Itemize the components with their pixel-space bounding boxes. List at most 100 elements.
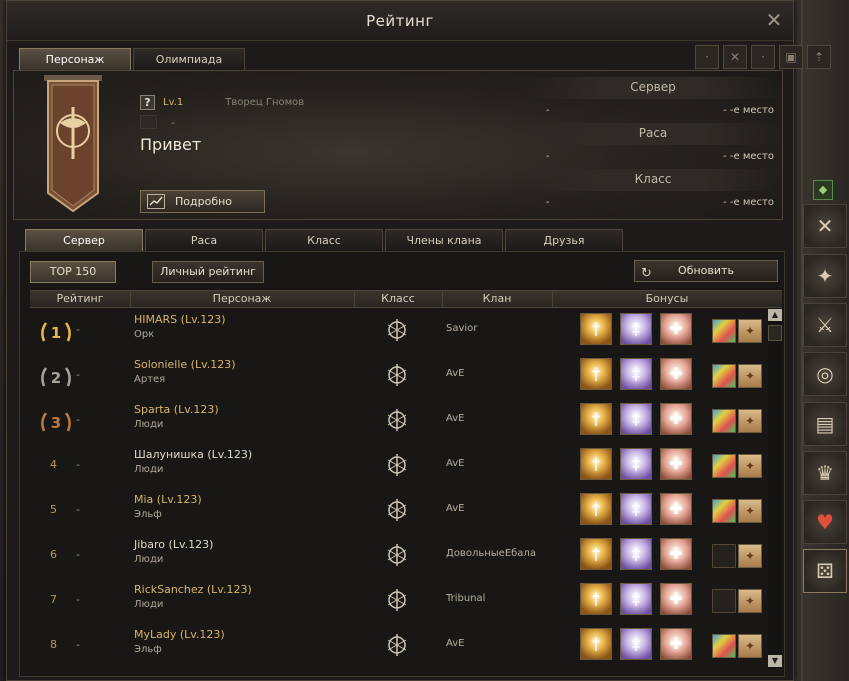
- question-icon[interactable]: ?: [140, 95, 155, 110]
- scroll-bonus-icon[interactable]: ✦: [738, 544, 762, 568]
- class-emblem-icon: [387, 454, 407, 476]
- blade-bonus-icon[interactable]: ‡: [620, 403, 652, 435]
- blade-bonus-icon[interactable]: ‡: [620, 538, 652, 570]
- table-row[interactable]: 4 - Шалунишка (Lv.123) Люди AvE † ‡ ✚ ✦: [30, 444, 768, 489]
- refresh-button[interactable]: ↻ Обновить: [634, 260, 778, 282]
- wing-cross-bonus-icon[interactable]: ✚: [660, 358, 692, 390]
- wing-cross-bonus-icon[interactable]: ✚: [660, 493, 692, 525]
- tab-friends[interactable]: Друзья: [505, 229, 623, 251]
- wing-cross-bonus-icon[interactable]: ✚: [660, 403, 692, 435]
- player-name[interactable]: Jibaro (Lv.123): [134, 538, 213, 551]
- sword-bonus-icon[interactable]: †: [580, 583, 612, 615]
- wing-cross-bonus-icon[interactable]: ✚: [660, 448, 692, 480]
- player-name[interactable]: MyLady (Lv.123): [134, 628, 225, 641]
- sword-bonus-icon[interactable]: †: [580, 313, 612, 345]
- slot-icon[interactable]: ·: [751, 45, 775, 69]
- rank-number: 7: [50, 593, 57, 606]
- star-compass-icon[interactable]: ✦: [803, 254, 847, 298]
- details-button[interactable]: Подробно: [140, 190, 265, 213]
- wing-cross-bonus-icon[interactable]: ✚: [660, 313, 692, 345]
- slot-icon[interactable]: ·: [695, 45, 719, 69]
- player-name[interactable]: Mia (Lv.123): [134, 493, 202, 506]
- ring-icon[interactable]: ◎: [803, 352, 847, 396]
- gem-bonus-icon[interactable]: [712, 319, 736, 343]
- sword-bonus-icon[interactable]: †: [580, 448, 612, 480]
- wing-cross-bonus-icon[interactable]: ✚: [660, 583, 692, 615]
- scroll-down-icon[interactable]: ▼: [768, 655, 782, 667]
- crossed-swords-icon[interactable]: ⚔: [803, 303, 847, 347]
- sword-bonus-icon[interactable]: †: [580, 358, 612, 390]
- gem-bonus-icon[interactable]: [712, 634, 736, 658]
- sword-bonus-icon[interactable]: †: [580, 538, 612, 570]
- rank-number: 3: [51, 414, 61, 432]
- player-name[interactable]: Шалунишка (Lv.123): [134, 448, 252, 461]
- scroll-bonus-icon[interactable]: ✦: [738, 409, 762, 433]
- character-header: ? Lv.1 Творец Гномов - Привет Подробно С…: [13, 70, 783, 220]
- lock-icon[interactable]: ▣: [779, 45, 803, 69]
- blade-bonus-icon[interactable]: ‡: [620, 448, 652, 480]
- player-name[interactable]: HIMARS (Lv.123): [134, 313, 226, 326]
- tab-server[interactable]: Сервер: [25, 229, 143, 251]
- blade-bonus-icon[interactable]: ‡: [620, 358, 652, 390]
- blade-bonus-icon[interactable]: ‡: [620, 583, 652, 615]
- scroll-bonus-icon[interactable]: ✦: [738, 589, 762, 613]
- rank-change: -: [76, 368, 80, 381]
- side-expand-icon[interactable]: ◆: [813, 180, 833, 200]
- top150-button[interactable]: TOP 150: [30, 261, 116, 283]
- table-row[interactable]: 7 - RickSanchez (Lv.123) Люди Tribunal †…: [30, 579, 768, 624]
- scroll-thumb[interactable]: [768, 325, 782, 341]
- scrollbar[interactable]: ▲ ▼: [768, 309, 782, 669]
- table-row[interactable]: 2 - Solonielle (Lv.123) Артея AvE † ‡ ✚ …: [30, 354, 768, 399]
- scroll-bonus-icon[interactable]: ✦: [738, 634, 762, 658]
- header-class: Класс: [381, 292, 415, 305]
- scroll-bonus-icon[interactable]: ✦: [738, 319, 762, 343]
- table-row[interactable]: 3 - Sparta (Lv.123) Люди AvE † ‡ ✚ ✦: [30, 399, 768, 444]
- blade-bonus-icon[interactable]: ‡: [620, 628, 652, 660]
- tab-character[interactable]: Персонаж: [19, 48, 131, 70]
- table-row[interactable]: 8 - MyLady (Lv.123) Эльф AvE † ‡ ✚ ✦: [30, 624, 768, 669]
- gem-bonus-icon[interactable]: [712, 544, 736, 568]
- sword-bonus-icon[interactable]: †: [580, 403, 612, 435]
- book-icon[interactable]: ▤: [803, 402, 847, 446]
- upload-icon[interactable]: ⇡: [807, 45, 831, 69]
- wing-cross-bonus-icon[interactable]: ✚: [660, 538, 692, 570]
- table-row[interactable]: 6 - Jibaro (Lv.123) Люди ДовольныеЕбала …: [30, 534, 768, 579]
- gem-bonus-icon[interactable]: [712, 589, 736, 613]
- player-name[interactable]: RickSanchez (Lv.123): [134, 583, 252, 596]
- player-name[interactable]: Sparta (Lv.123): [134, 403, 219, 416]
- personal-rating-button[interactable]: Личный рейтинг: [152, 261, 264, 283]
- scroll-bonus-icon[interactable]: ✦: [738, 499, 762, 523]
- scroll-bonus-icon[interactable]: ✦: [738, 364, 762, 388]
- gem-bonus-icon[interactable]: [712, 454, 736, 478]
- top-tabs: Персонаж Олимпиада: [19, 48, 245, 70]
- dice-icon[interactable]: ⚄: [803, 549, 847, 593]
- class-emblem-icon: [387, 319, 407, 341]
- table-row[interactable]: 5 - Mia (Lv.123) Эльф AvE † ‡ ✚ ✦: [30, 489, 768, 534]
- rank-change: -: [76, 503, 80, 516]
- tab-race[interactable]: Раса: [145, 229, 263, 251]
- tab-class[interactable]: Класс: [265, 229, 383, 251]
- table-row[interactable]: 1 - HIMARS (Lv.123) Орк Savior † ‡ ✚ ✦: [30, 309, 768, 354]
- rank-change: -: [76, 548, 80, 561]
- tab-clan-members[interactable]: Члены клана: [385, 229, 503, 251]
- blade-bonus-icon[interactable]: ‡: [620, 493, 652, 525]
- player-race: Люди: [134, 419, 164, 430]
- trophy-icon[interactable]: ♛: [803, 451, 847, 495]
- sword-bonus-icon[interactable]: †: [580, 493, 612, 525]
- heart-icon[interactable]: ♥: [803, 500, 847, 544]
- wing-cross-bonus-icon[interactable]: ✚: [660, 628, 692, 660]
- sword-bonus-icon[interactable]: †: [580, 628, 612, 660]
- scroll-bonus-icon[interactable]: ✦: [738, 454, 762, 478]
- close-x-icon[interactable]: ✕: [723, 45, 747, 69]
- class-emblem-icon: [387, 499, 407, 521]
- gem-bonus-icon[interactable]: [712, 409, 736, 433]
- close-icon[interactable]: ✕: [763, 9, 785, 31]
- blade-bonus-icon[interactable]: ‡: [620, 313, 652, 345]
- scroll-up-icon[interactable]: ▲: [768, 309, 782, 321]
- tab-olympiad[interactable]: Олимпиада: [133, 48, 245, 70]
- axes-icon[interactable]: ✕: [803, 204, 847, 248]
- gem-bonus-icon[interactable]: [712, 499, 736, 523]
- player-name[interactable]: Solonielle (Lv.123): [134, 358, 236, 371]
- gem-bonus-icon[interactable]: [712, 364, 736, 388]
- ranking-window: Рейтинг ✕ Персонаж Олимпиада · ✕ · ▣ ⇡ ?…: [6, 0, 831, 681]
